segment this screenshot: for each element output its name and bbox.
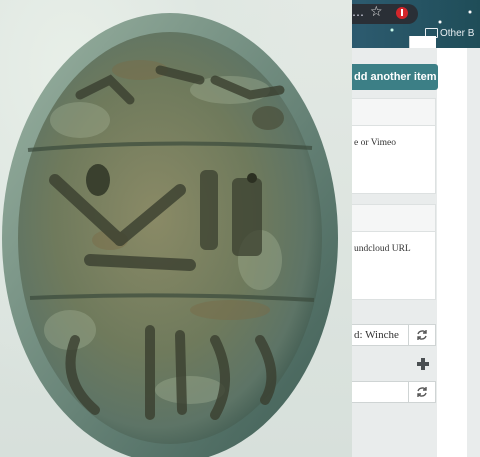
extension-icon[interactable] bbox=[396, 7, 408, 19]
refresh-button[interactable] bbox=[408, 382, 435, 402]
top-refresh-button[interactable] bbox=[409, 36, 436, 48]
plus-icon[interactable] bbox=[416, 357, 430, 371]
star-icon[interactable]: ☆ bbox=[370, 4, 383, 20]
page-margin bbox=[437, 48, 467, 457]
scarab-seal-photo bbox=[0, 0, 352, 457]
video-embed-card: e or Vimeo bbox=[352, 98, 436, 194]
empty-field[interactable] bbox=[352, 381, 436, 403]
refresh-icon bbox=[417, 330, 427, 340]
bookmarks-other[interactable]: Other B bbox=[440, 28, 474, 39]
card-header bbox=[352, 99, 435, 126]
audio-embed-hint: undcloud URL bbox=[354, 244, 411, 254]
card-header bbox=[352, 205, 435, 232]
linked-field[interactable]: d: Winche bbox=[352, 324, 436, 346]
add-another-item-button[interactable]: dd another item bbox=[352, 64, 438, 90]
audio-embed-card: undcloud URL bbox=[352, 204, 436, 300]
address-ellipsis: … bbox=[352, 5, 364, 19]
scarab-seal-image bbox=[2, 13, 338, 457]
refresh-icon bbox=[417, 387, 427, 397]
refresh-button[interactable] bbox=[408, 325, 435, 345]
video-embed-hint: e or Vimeo bbox=[354, 138, 396, 148]
top-field[interactable] bbox=[352, 36, 436, 48]
linked-field-value: d: Winche bbox=[354, 329, 399, 341]
